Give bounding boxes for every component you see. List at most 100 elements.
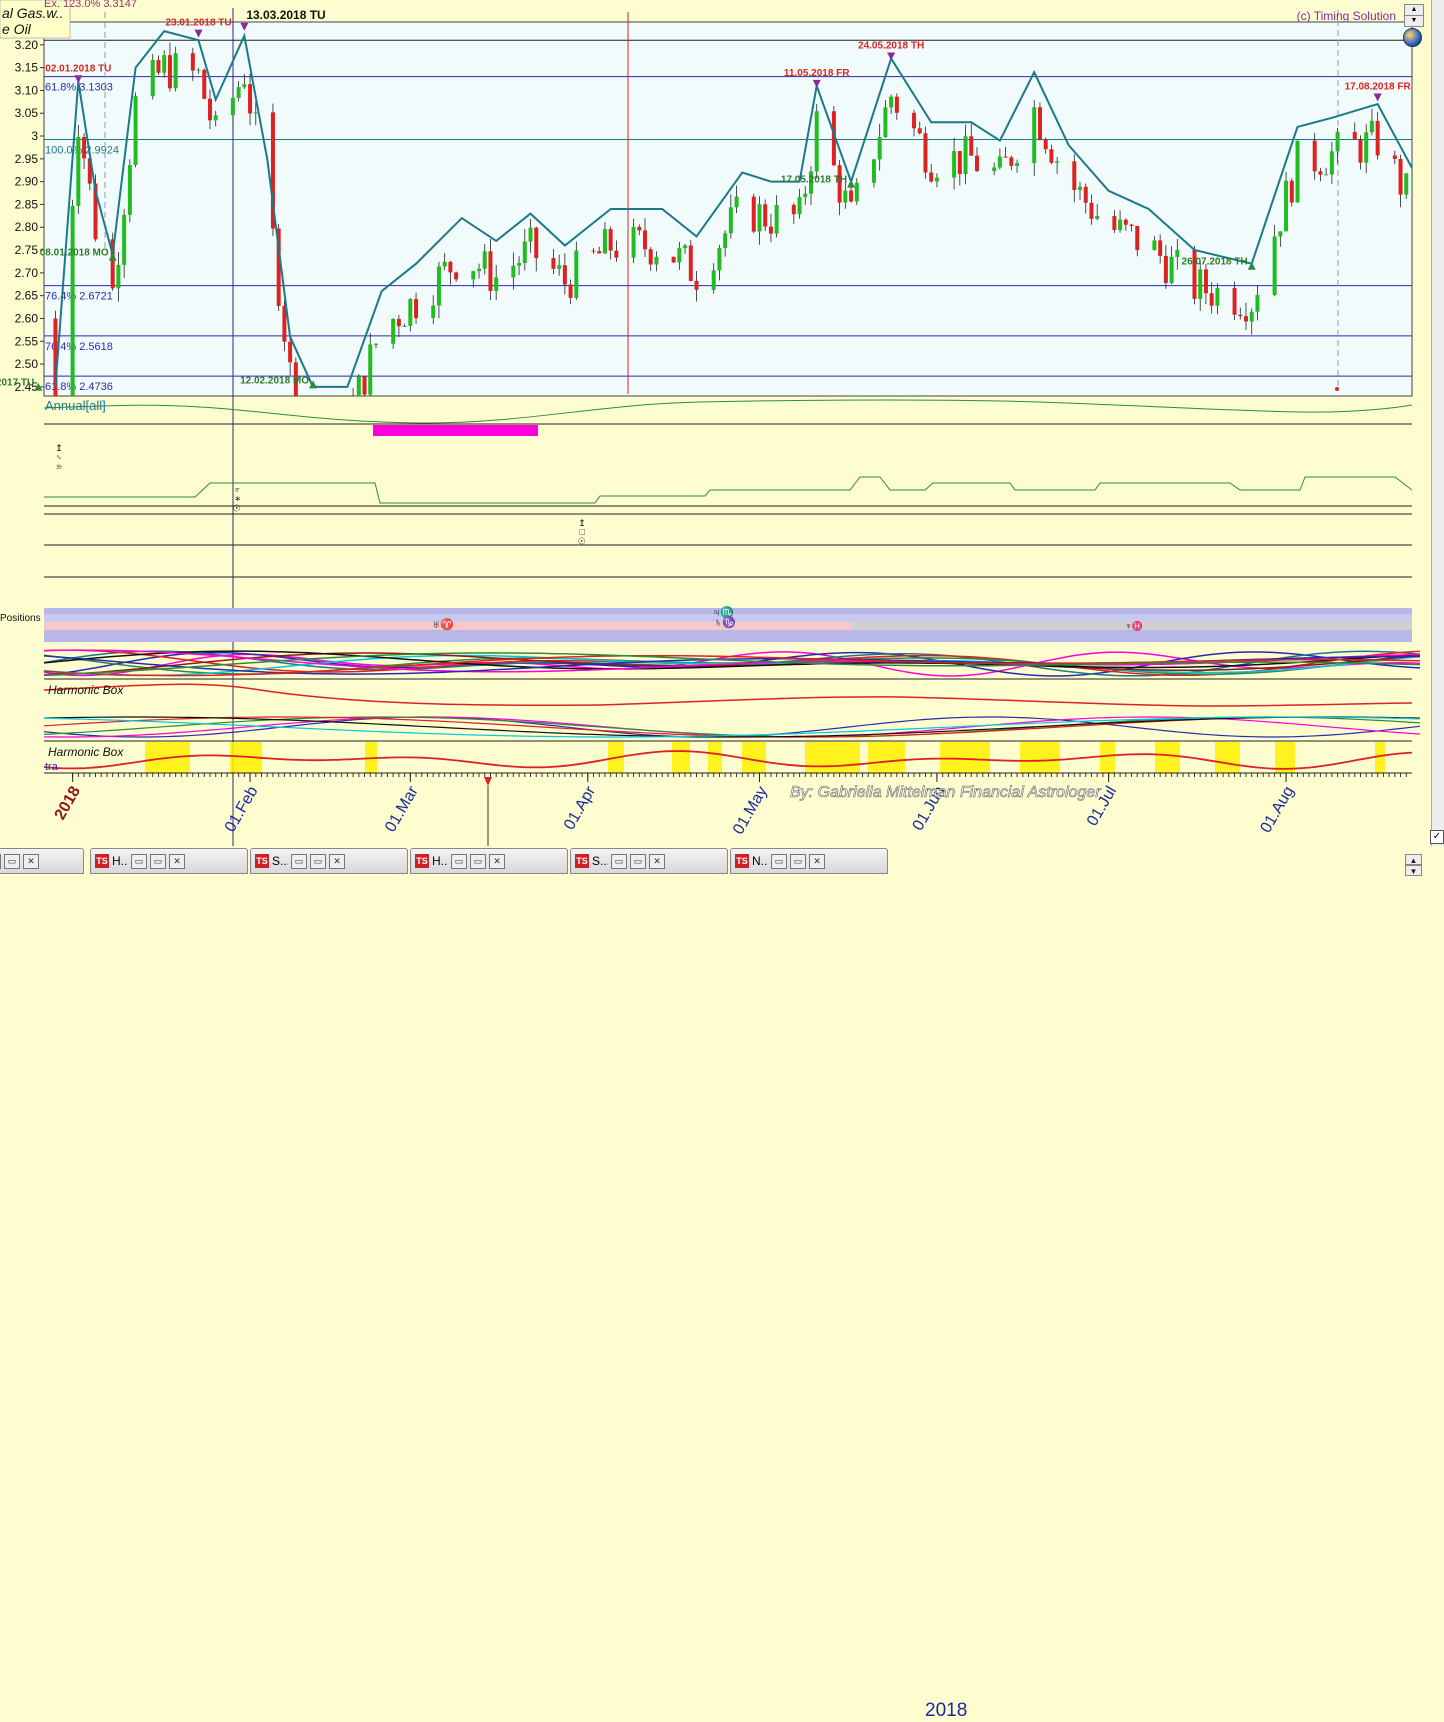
globe-icon[interactable] [1403, 28, 1422, 47]
taskbar-window-4[interactable]: TS S... ▭ ▭ ✕ [570, 848, 728, 874]
candle-up [877, 137, 882, 160]
candle-up [757, 204, 762, 232]
close-icon[interactable]: ✕ [809, 853, 825, 869]
candle-up [871, 159, 876, 183]
candle-up [133, 96, 138, 166]
minimize-icon[interactable]: ▭ [771, 853, 787, 869]
year-label: 2018 [925, 1700, 968, 1721]
candle-up [1364, 132, 1369, 163]
taskbar-window-label: S... [592, 854, 608, 868]
close-icon[interactable]: ✕ [23, 853, 39, 869]
positions-glyph-neptune: ♆♓ [1125, 620, 1143, 631]
candle-down [82, 137, 87, 159]
taskbar-window-label: S... [272, 854, 288, 868]
candle-down [768, 226, 773, 234]
restore-icon[interactable]: ▭ [470, 853, 486, 869]
candle-down [1083, 186, 1088, 203]
candle-down [1072, 161, 1077, 190]
y-tick-label: 2.60 [15, 311, 39, 325]
candle-up [517, 263, 522, 266]
candle-down [448, 261, 453, 273]
taskbar-window-0[interactable]: ▭ ▭ ✕ [0, 848, 84, 874]
scroll-down-button[interactable]: ▼ [1404, 15, 1424, 27]
restore-icon[interactable]: ▭ [150, 853, 166, 869]
candle-down [763, 204, 768, 227]
harmonic-highlight [868, 742, 905, 773]
candle-up [728, 207, 733, 234]
candle-down [608, 229, 613, 251]
right-scrollbar[interactable] [1431, 0, 1444, 846]
taskbar-window-label: H... [112, 854, 128, 868]
copyright-label: (c) Timing Solution [1297, 9, 1396, 23]
harmonic-highlight [672, 742, 690, 773]
candle-up [494, 277, 499, 291]
restore-icon[interactable]: ▭ [630, 853, 646, 869]
minimize-icon[interactable]: ▭ [451, 853, 467, 869]
candle-up [196, 69, 201, 71]
harmonic-box-label-2: Harmonic Box [48, 745, 124, 759]
timing-solution-chart[interactable]: 3.20 3.15 3.10 3.05 3 2.95 2.90 2.85 2.80 2.75 2.7… [0, 0, 1425, 846]
taskbar-window-2[interactable]: TS S... ▭ ▭ ✕ [250, 848, 408, 874]
minimize-icon[interactable]: ▭ [0, 853, 1, 869]
candle-down [957, 151, 962, 175]
candle-down [551, 258, 556, 269]
low-marker-label: 26.07.2018 TH [1182, 257, 1248, 268]
candle-down [969, 136, 974, 156]
candle-down [1049, 149, 1054, 163]
y-tick-label: 2.80 [15, 220, 39, 234]
minimize-icon[interactable]: ▭ [291, 853, 307, 869]
candle-up [1329, 151, 1334, 175]
y-tick-label: 2.55 [15, 334, 39, 348]
close-icon[interactable]: ✕ [649, 853, 665, 869]
candle-up [1152, 240, 1157, 251]
low-marker-label: 17.05.2018 TH [781, 175, 847, 186]
candle-down [1238, 314, 1243, 317]
candle-down [454, 272, 459, 280]
candle-down [1352, 132, 1357, 140]
candle-up [522, 241, 527, 264]
y-tick-label: 2.70 [15, 266, 39, 280]
candle-up [1118, 219, 1123, 231]
candle-up [471, 271, 476, 280]
y-tick-label: 2.75 [15, 243, 39, 257]
scroll-up-button[interactable]: ▲ [1405, 854, 1422, 865]
candle-up [116, 264, 121, 289]
close-icon[interactable]: ✕ [329, 853, 345, 869]
taskbar-window-5[interactable]: TS N... ▭ ▭ ✕ [730, 848, 888, 874]
candle-up [1215, 287, 1220, 306]
restore-icon[interactable]: ▭ [790, 853, 806, 869]
candle-down [912, 112, 917, 129]
candle-up [654, 256, 659, 265]
candle-up [1249, 311, 1254, 322]
candle-up [843, 190, 848, 203]
y-tick-label: 2.50 [15, 357, 39, 371]
candle-down [1209, 293, 1214, 306]
close-icon[interactable]: ✕ [489, 853, 505, 869]
candle-up [734, 196, 739, 208]
candle-up [1055, 161, 1060, 163]
taskbar-window-1[interactable]: TS H... ▭ ▭ ✕ [90, 848, 248, 874]
candle-up [1169, 256, 1174, 283]
restore-icon[interactable]: ▭ [4, 853, 20, 869]
restore-icon[interactable]: ▭ [310, 853, 326, 869]
app-icon: TS [95, 854, 109, 868]
window-taskbar: ▭ ▭ ✕ TS H... ▭ ▭ ✕ TS S... ▭ ▭ ✕ TS H..… [0, 846, 1425, 1721]
scroll-down-button[interactable]: ▼ [1405, 865, 1422, 876]
close-icon[interactable]: ✕ [169, 853, 185, 869]
candle-up [889, 96, 894, 108]
app-icon: TS [735, 854, 749, 868]
candle-up [76, 137, 81, 206]
panel-checkbox[interactable]: ✓ [1430, 830, 1444, 844]
candle-down [1163, 255, 1168, 283]
minimize-icon[interactable]: ▭ [131, 853, 147, 869]
price-dot [1335, 387, 1339, 391]
candle-down [1375, 120, 1380, 156]
magenta-period-bar [373, 425, 538, 436]
high-marker-label: 11.05.2018 FR [784, 68, 850, 79]
candle-up [127, 165, 132, 215]
candle-up [1095, 216, 1100, 219]
taskbar-window-3[interactable]: TS H... ▭ ▭ ✕ [410, 848, 568, 874]
positions-glyph-uranus: ♅♈ [432, 618, 454, 631]
minimize-icon[interactable]: ▭ [611, 853, 627, 869]
candle-up [1175, 249, 1180, 257]
